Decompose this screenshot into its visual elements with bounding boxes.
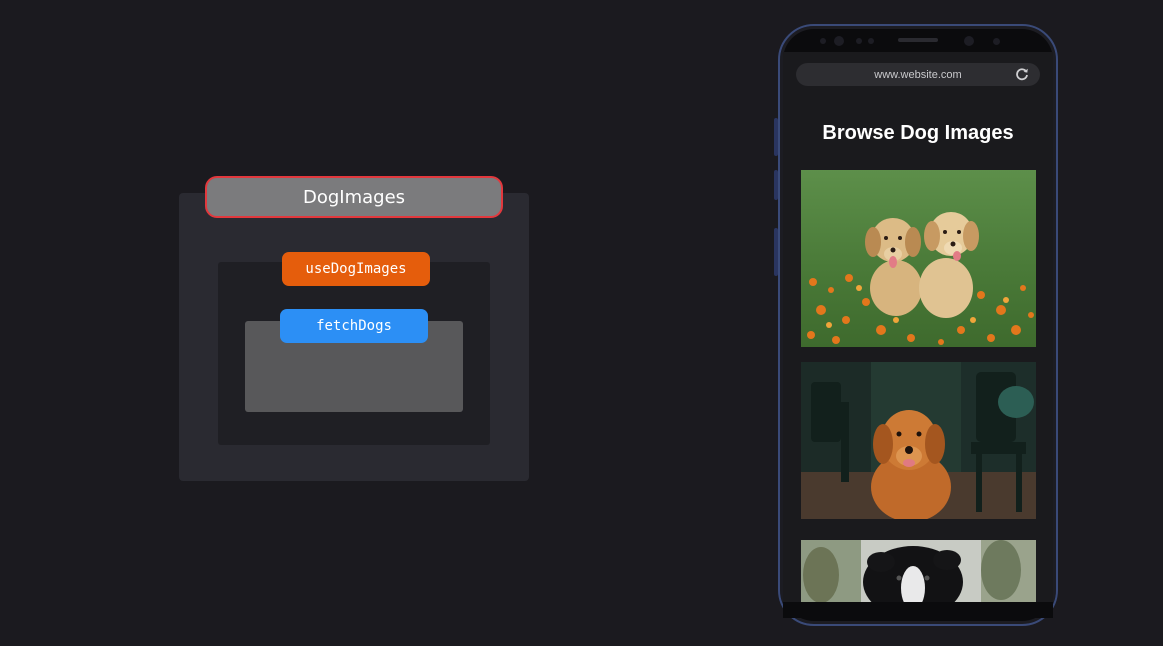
phone-sensor xyxy=(856,38,862,44)
phone-speaker xyxy=(898,38,938,42)
phone-sensor xyxy=(820,38,826,44)
phone-front-camera xyxy=(834,36,844,46)
phone-sensor xyxy=(868,38,874,44)
phone-iris-camera xyxy=(964,36,974,46)
browser-address-bar[interactable]: www.website.com xyxy=(796,63,1040,86)
two-golden-puppies-photo[interactable] xyxy=(801,170,1036,347)
phone-sensor xyxy=(993,38,1000,45)
hook-label-usedogimages: useDogImages xyxy=(282,252,430,286)
page-title: Browse Dog Images xyxy=(822,122,1014,144)
phone-bottom-bezel xyxy=(783,602,1053,618)
golden-retriever-photo[interactable] xyxy=(801,362,1036,519)
border-collie-photo[interactable] xyxy=(801,540,1036,602)
reload-icon[interactable] xyxy=(1015,67,1029,81)
function-label-fetchdogs: fetchDogs xyxy=(280,309,428,343)
component-label-dogimages: DogImages xyxy=(205,176,503,218)
